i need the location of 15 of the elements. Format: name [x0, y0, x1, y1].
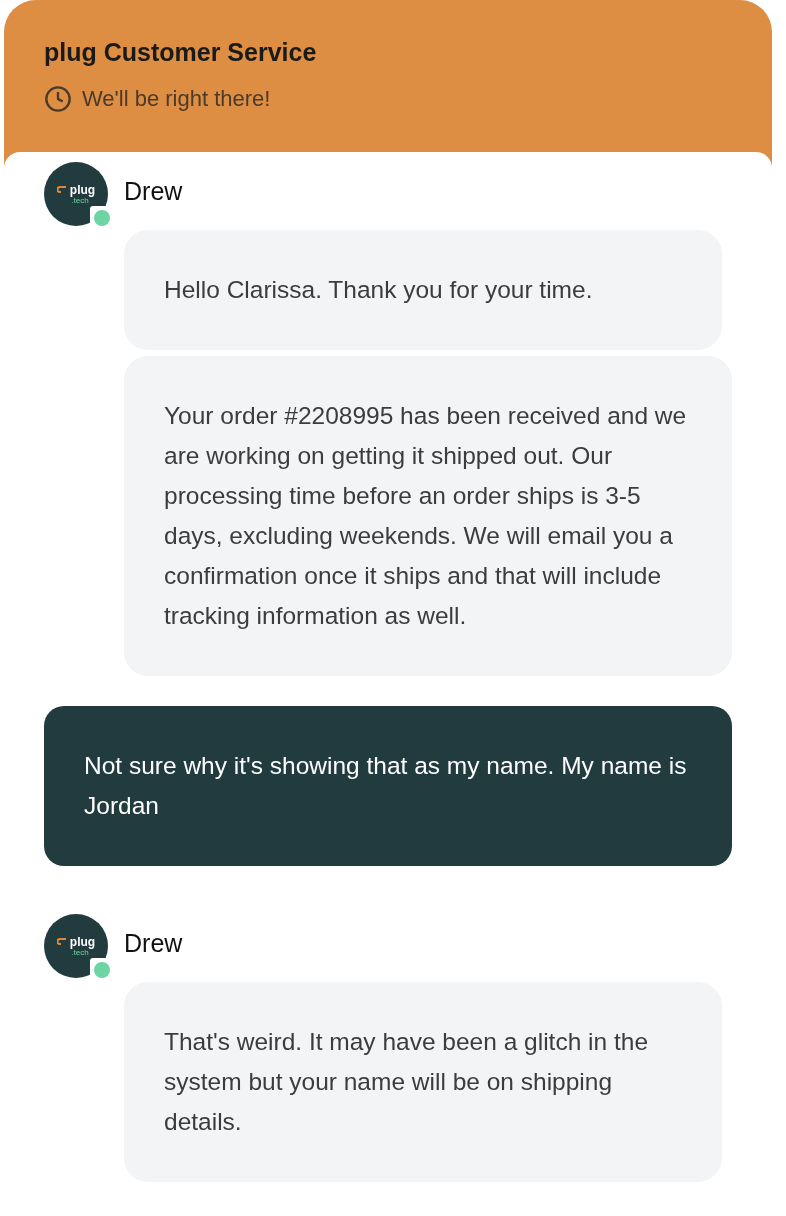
plug-logo-icon: [56, 938, 67, 945]
agent-message-bubble: Your order #2208995 has been received and we are working on getting it shipped out. Our processing time before an order ships is 3-5 days, excluding weekends. We will email you a confirmation once it ships and that will include tracking information as well.: [124, 356, 732, 676]
chat-title: plug Customer Service: [44, 37, 318, 68]
agent-message-bubble: That's weird. It may have been a glitch in the system but your name will be on shipping details.: [124, 982, 722, 1182]
sender-name: Drew: [124, 928, 183, 960]
logo-text: plug: [69, 935, 96, 948]
clock-icon: [44, 84, 72, 113]
plug-logo-icon: [56, 186, 67, 193]
status-text: We'll be right there!: [82, 85, 271, 113]
logo-subtext: .tech: [71, 195, 89, 205]
agent-message-bubble: Hello Clarissa. Thank you for your time.: [124, 230, 722, 350]
logo-text: plug: [69, 183, 96, 196]
sender-name: Drew: [124, 176, 183, 208]
user-message-bubble: Not sure why it's showing that as my name. My name is Jordan: [44, 706, 732, 866]
logo-subtext: .tech: [71, 947, 89, 957]
